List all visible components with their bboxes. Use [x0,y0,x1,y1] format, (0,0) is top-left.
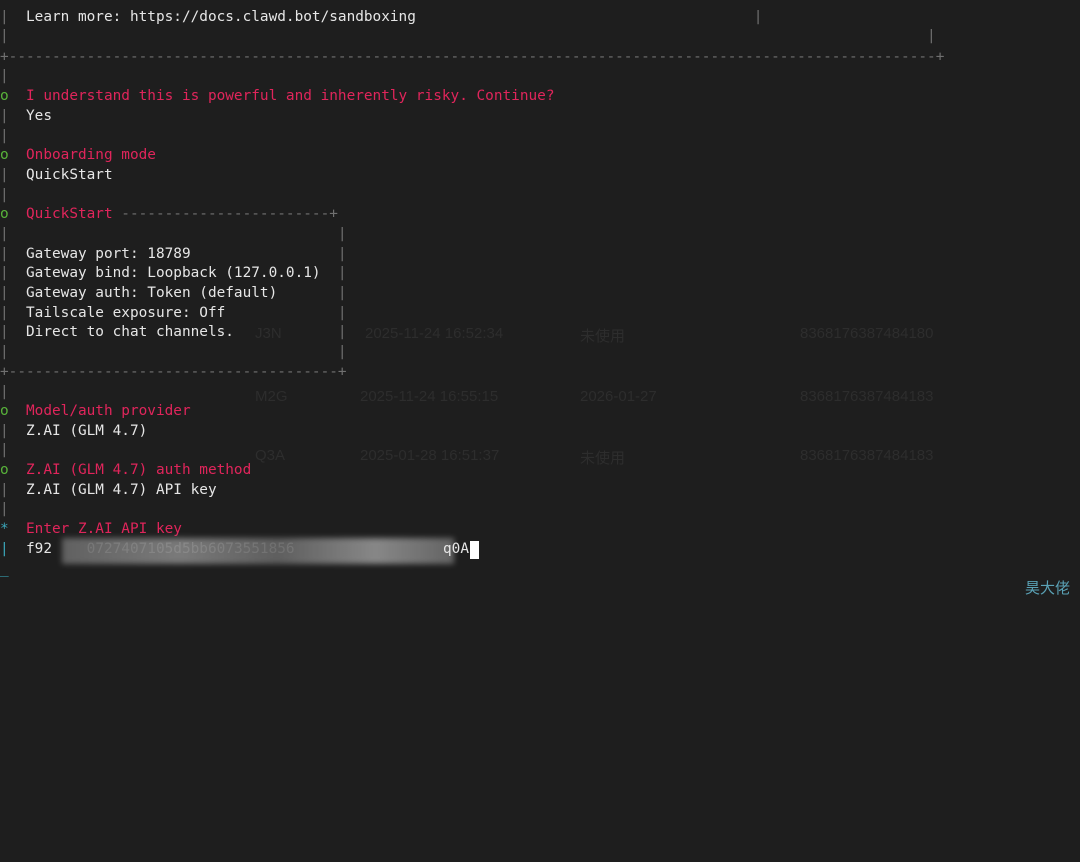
quickstart-box-bottom: +--------------------------------------+ [0,363,347,383]
rail-line: | [0,186,9,206]
box-border: | [277,285,347,301]
sandbox-box-line: | | [0,27,936,47]
prompt-model: o Model/auth provider [0,402,191,422]
answer-model: | Z.AI (GLM 4.7) [0,422,147,442]
prompt-title: Model/auth provider [26,403,191,419]
rail-line: | [0,127,9,147]
rail-icon: | [0,482,26,498]
done-marker-icon: o [0,462,26,478]
quickstart-item: Gateway port: 18789 [26,246,191,262]
quickstart-box-top: o QuickStart ------------------------+ [0,205,338,225]
done-marker-icon: o [0,403,26,419]
quickstart-item: Gateway auth: Token (default) [26,285,278,301]
active-rail-end: _ [0,560,9,580]
quickstart-box-line: | Direct to chat channels. | [0,323,347,343]
prompt-onboarding: o Onboarding mode [0,146,156,166]
rail-icon: | [0,265,26,281]
box-border: | | [0,226,347,242]
prompt-answer: Z.AI (GLM 4.7) [26,423,148,439]
prompt-answer: QuickStart [26,167,113,183]
answer-auth: | Z.AI (GLM 4.7) API key [0,481,217,501]
learn-more-link[interactable]: Learn more: https://docs.clawd.bot/sandb… [26,9,416,25]
box-border: ------------------------+ [112,206,338,222]
rail-icon: | [0,384,9,400]
rail-line: | [0,383,9,403]
rail-icon: | [0,285,26,301]
quickstart-box-line: | Gateway auth: Token (default) | [0,284,347,304]
prompt-api-key: * Enter Z.AI API key [0,520,182,540]
rail-icon: | [0,501,9,517]
box-border: | [233,324,347,340]
box-border: | | [0,28,936,44]
quickstart-box-line: | | [0,343,347,363]
terminal-output[interactable]: | Learn more: https://docs.clawd.bot/san… [0,0,1080,606]
prompt-auth: o Z.AI (GLM 4.7) auth method [0,461,251,481]
answer-onboarding: | QuickStart [0,166,113,186]
box-border: | [190,246,347,262]
quickstart-box-line: | | [0,225,347,245]
rail-icon: | [0,442,9,458]
sandbox-box-bottom: +---------------------------------------… [0,48,944,68]
done-marker-icon: o [0,147,26,163]
rail-line: | [0,67,9,87]
api-key-end[interactable]: q0A [443,540,469,560]
prompt-answer: Z.AI (GLM 4.7) API key [26,482,217,498]
box-border: +---------------------------------------… [0,49,945,65]
prompt-title: Enter Z.AI API key [26,521,182,537]
rail-icon: | [0,187,9,203]
prompt-risk: o I understand this is powerful and inhe… [0,87,555,107]
watermark: 昊大佬 [1024,579,1070,597]
quickstart-box-line: | Gateway bind: Loopback (127.0.0.1) | [0,264,347,284]
sandbox-box-line: | Learn more: https://docs.clawd.bot/san… [0,8,762,28]
quickstart-item: Gateway bind: Loopback (127.0.0.1) [26,265,321,281]
rail-icon: | [0,305,26,321]
box-border: | [225,305,347,321]
text-cursor [470,541,479,559]
quickstart-box-line: | Gateway port: 18789 | [0,245,347,265]
answer-risk: | Yes [0,107,52,127]
prompt-title: Z.AI (GLM 4.7) auth method [26,462,252,478]
rail-icon: | [0,246,26,262]
rail-icon: | [0,68,9,84]
prompt-title: Onboarding mode [26,147,156,163]
prompt-title: I understand this is powerful and inhere… [26,88,555,104]
redaction-blur [62,538,454,564]
quickstart-item: Direct to chat channels. [26,324,234,340]
rail-icon: | [0,9,26,25]
box-border: +--------------------------------------+ [0,364,347,380]
rail-icon: | [0,324,26,340]
prompt-answer: Yes [26,108,52,124]
done-marker-icon: o [0,88,26,104]
quickstart-item: Tailscale exposure: Off [26,305,226,321]
rail-icon: | [0,541,26,557]
box-border: | [415,9,763,25]
quickstart-box-line: | Tailscale exposure: Off | [0,304,347,324]
api-key-start[interactable]: f92 [26,541,52,557]
box-border: | [320,265,347,281]
quickstart-title: QuickStart [26,206,113,222]
done-marker-icon: o [0,206,26,222]
rail-line: | [0,441,9,461]
rail-icon: | [0,128,9,144]
rail-icon: | [0,108,26,124]
box-border: | | [0,344,347,360]
rail-line: | [0,500,9,520]
rail-end-icon: _ [0,561,9,577]
rail-icon: | [0,167,26,183]
rail-icon: | [0,423,26,439]
active-marker-icon: * [0,521,26,537]
